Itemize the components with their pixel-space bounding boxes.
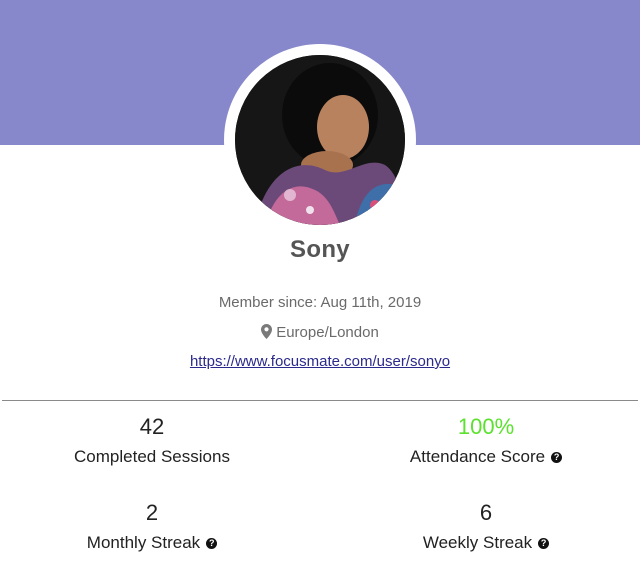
stat-attendance-score: 100% Attendance Score? [336, 413, 636, 467]
question-circle-icon[interactable]: ? [551, 452, 563, 463]
divider [2, 400, 638, 401]
member-since-text: Member since: Aug 11th, 2019 [218, 294, 422, 311]
location-text: Europe/London [276, 324, 379, 341]
weekly-streak-value: 6 [479, 500, 493, 525]
attendance-score-label: Attendance Score? [336, 447, 636, 467]
profile-url-row: https://www.focusmate.com/user/sonyo [0, 353, 640, 370]
location-row: Europe/London [0, 324, 640, 343]
profile-name: Sony [290, 236, 350, 263]
attendance-score-value: 100% [457, 414, 515, 439]
question-circle-icon[interactable]: ? [538, 538, 550, 549]
profile-url-link[interactable]: https://www.focusmate.com/user/sonyo [190, 353, 450, 370]
completed-sessions-value: 42 [139, 414, 165, 439]
avatar [235, 55, 405, 225]
stat-completed-sessions: 42 Completed Sessions [2, 413, 302, 467]
stat-monthly-streak: 2 Monthly Streak? [2, 499, 302, 553]
map-pin-icon [261, 324, 273, 343]
monthly-streak-value: 2 [145, 500, 159, 525]
question-circle-icon[interactable]: ? [206, 538, 218, 549]
weekly-streak-label: Weekly Streak? [336, 533, 636, 553]
monthly-streak-label: Monthly Streak? [2, 533, 302, 553]
stat-weekly-streak: 6 Weekly Streak? [336, 499, 636, 553]
completed-sessions-label: Completed Sessions [74, 447, 230, 466]
